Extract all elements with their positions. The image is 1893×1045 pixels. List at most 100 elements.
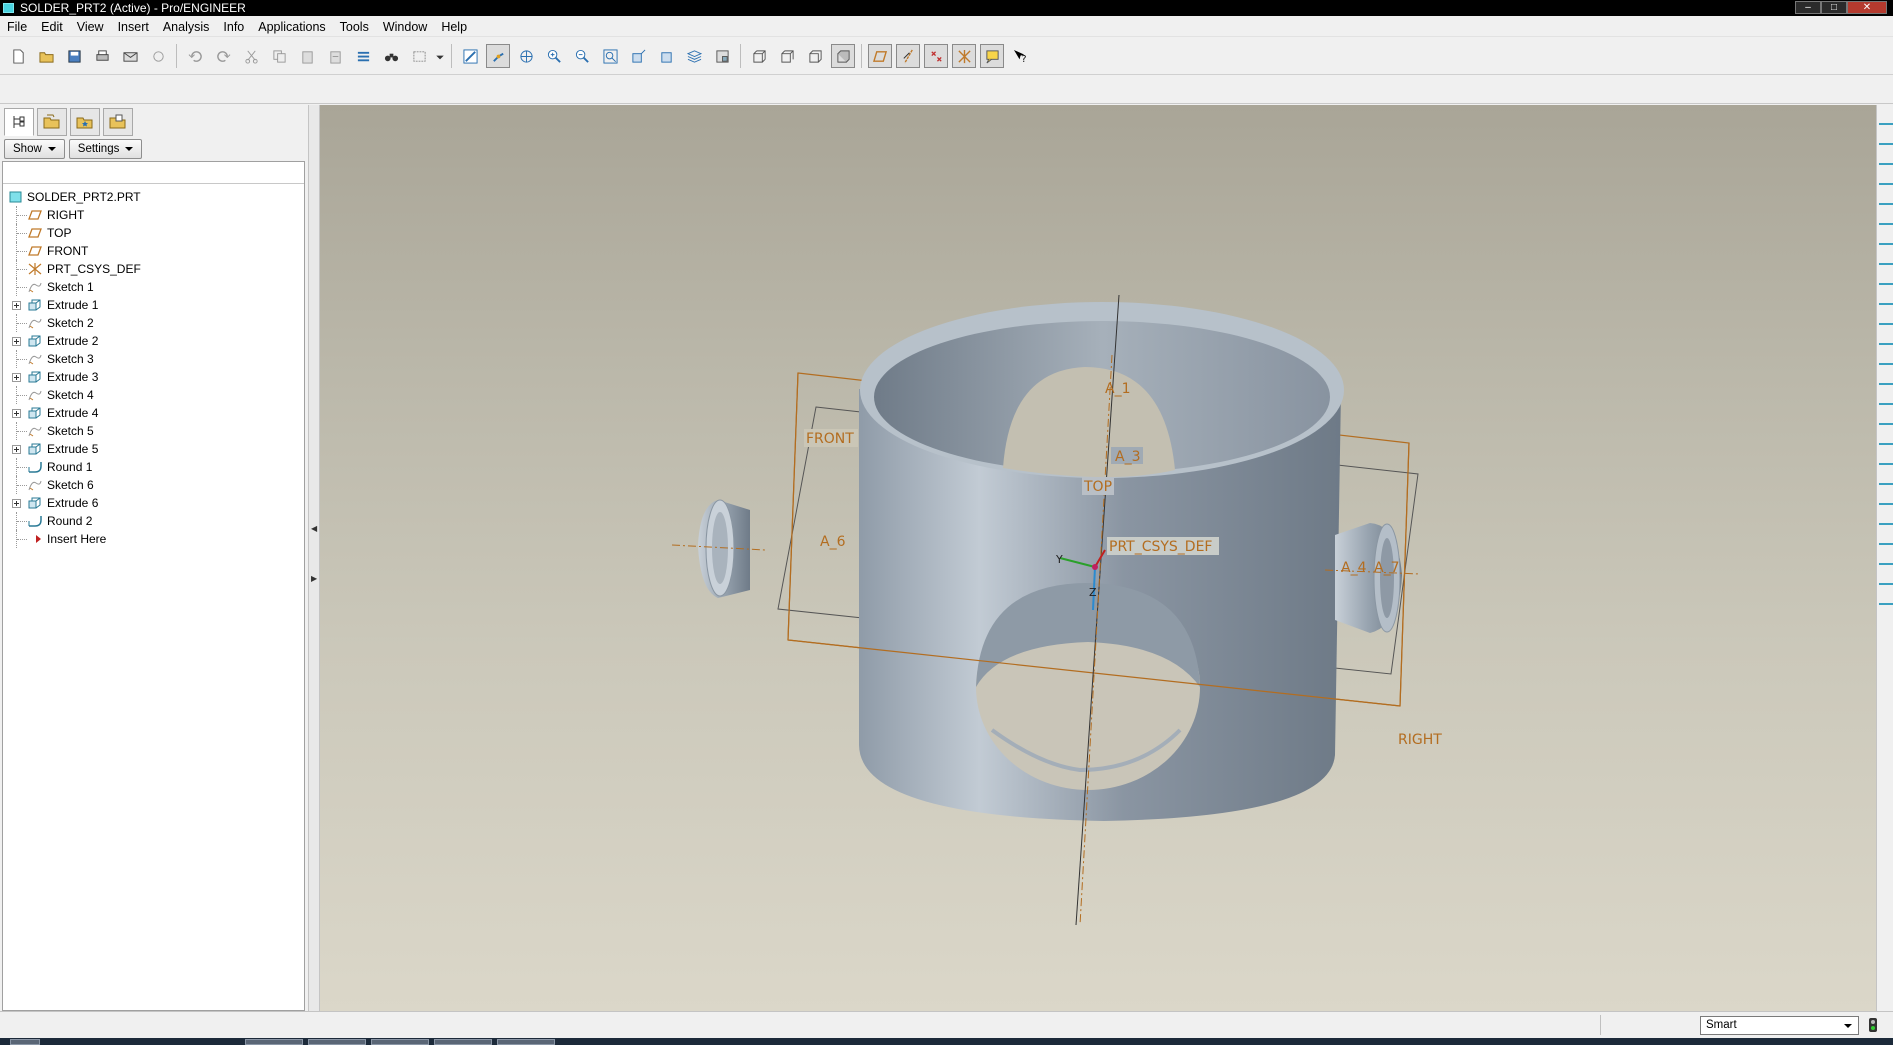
tree-item[interactable]: Extrude 5 (3, 440, 304, 458)
menu-insert[interactable]: Insert (111, 17, 156, 37)
round-tool-icon[interactable] (1879, 351, 1893, 365)
expand-icon[interactable] (12, 445, 21, 454)
copy-button[interactable] (267, 44, 291, 68)
menu-tools[interactable]: Tools (333, 17, 376, 37)
tree-item[interactable]: FRONT (3, 242, 304, 260)
tree-item[interactable]: Extrude 1 (3, 296, 304, 314)
datum-points-toggle[interactable] (924, 44, 948, 68)
selection-dropdown[interactable] (435, 44, 445, 68)
sweep-tool-icon[interactable] (1879, 431, 1893, 445)
expand-icon[interactable] (12, 373, 21, 382)
menu-edit[interactable]: Edit (34, 17, 70, 37)
save-button[interactable] (62, 44, 86, 68)
open-file-button[interactable] (34, 44, 58, 68)
sketch-tool-icon[interactable] (1879, 251, 1893, 265)
annotations-toggle[interactable] (980, 44, 1004, 68)
datum-axis-create-icon[interactable] (1879, 151, 1893, 165)
menu-view[interactable]: View (70, 17, 111, 37)
rib-tool-icon[interactable] (1879, 311, 1893, 325)
blend-tool-icon[interactable] (1879, 451, 1893, 465)
graphics-window[interactable]: FRONT TOP RIGHT PRT_CSYS_DEF A_1 A_3 A_6… (320, 105, 1876, 1011)
menu-help[interactable]: Help (434, 17, 474, 37)
maximize-button[interactable]: □ (1821, 1, 1847, 14)
tree-item[interactable]: Round 2 (3, 512, 304, 530)
taskbar-item[interactable] (497, 1039, 555, 1045)
tree-item[interactable]: PRT_CSYS_DEF (3, 260, 304, 278)
minimize-button[interactable]: – (1795, 1, 1821, 14)
trim-tool-icon[interactable] (1879, 511, 1893, 525)
settings-dropdown[interactable]: Settings (68, 139, 143, 159)
tab-folder-browser[interactable] (37, 108, 67, 136)
tree-item[interactable]: Sketch 5 (3, 422, 304, 440)
taskbar-item[interactable] (371, 1039, 429, 1045)
selection-filter-select[interactable]: Smart (1700, 1016, 1859, 1035)
front-plane-label[interactable]: FRONT (806, 431, 854, 447)
saved-views-button[interactable] (654, 44, 678, 68)
shell-tool-icon[interactable] (1879, 291, 1893, 305)
shading-button[interactable] (831, 44, 855, 68)
no-hidden-button[interactable] (803, 44, 827, 68)
paste-special-button[interactable] (323, 44, 347, 68)
mail-attach-button[interactable] (146, 44, 170, 68)
mirror-tool-icon[interactable] (1879, 471, 1893, 485)
tree-item[interactable]: Extrude 2 (3, 332, 304, 350)
merge-tool-icon[interactable] (1879, 491, 1893, 505)
find-button[interactable] (379, 44, 403, 68)
redo-button[interactable] (211, 44, 235, 68)
close-button[interactable]: ✕ (1847, 1, 1887, 14)
menu-window[interactable]: Window (376, 17, 434, 37)
print-button[interactable] (90, 44, 114, 68)
selection-box-button[interactable] (407, 44, 431, 68)
csys-toggle[interactable] (952, 44, 976, 68)
csys-label[interactable]: PRT_CSYS_DEF (1109, 539, 1212, 555)
menu-info[interactable]: Info (216, 17, 251, 37)
axis-a3-label[interactable]: A_3 (1115, 449, 1140, 465)
datum-plane-tool-icon[interactable] (1879, 131, 1893, 145)
expand-icon[interactable] (12, 499, 21, 508)
tree-item[interactable]: Insert Here (3, 530, 304, 548)
top-plane-label[interactable]: TOP (1083, 479, 1112, 495)
refit-button[interactable] (598, 44, 622, 68)
orient-mode-button[interactable] (514, 44, 538, 68)
taskbar-item[interactable] (245, 1039, 303, 1045)
spin-center-button[interactable] (486, 44, 510, 68)
collapse-left-icon[interactable]: ◀ (311, 525, 317, 533)
zoom-in-button[interactable] (542, 44, 566, 68)
expand-icon[interactable] (12, 409, 21, 418)
new-file-button[interactable] (6, 44, 30, 68)
draft-tool-icon[interactable] (1879, 331, 1893, 345)
regenerate-button[interactable] (351, 44, 375, 68)
model-view[interactable]: FRONT TOP RIGHT PRT_CSYS_DEF A_1 A_3 A_6… (320, 105, 1876, 1011)
axis-a7-label[interactable]: A_7 (1374, 560, 1399, 576)
datum-point-tool-icon[interactable] (1879, 191, 1893, 205)
context-help-button[interactable]: ? (1008, 44, 1032, 68)
tab-favorites[interactable] (70, 108, 100, 136)
datum-axes-toggle[interactable] (896, 44, 920, 68)
zoom-out-button[interactable] (570, 44, 594, 68)
tree-item[interactable]: Sketch 3 (3, 350, 304, 368)
tree-item[interactable]: TOP (3, 224, 304, 242)
tree-item[interactable]: Extrude 6 (3, 494, 304, 512)
pattern-tool-icon[interactable] (1879, 531, 1893, 545)
tree-item[interactable]: Sketch 6 (3, 476, 304, 494)
layers-button[interactable] (682, 44, 706, 68)
repaint-button[interactable] (458, 44, 482, 68)
expand-right-icon[interactable]: ▶ (311, 575, 317, 583)
solidify-tool-icon[interactable] (1879, 591, 1893, 605)
panel-sash[interactable]: ◀ ▶ (308, 105, 320, 1011)
view-manager-button[interactable] (710, 44, 734, 68)
menu-applications[interactable]: Applications (251, 17, 332, 37)
menu-file[interactable]: File (0, 17, 34, 37)
tab-connections[interactable] (103, 108, 133, 136)
thicken-tool-icon[interactable] (1879, 571, 1893, 585)
traffic-light-icon[interactable] (1866, 1017, 1880, 1033)
tree-item[interactable]: RIGHT (3, 206, 304, 224)
axis-a4-label[interactable]: A_4 (1341, 560, 1367, 576)
tree-item[interactable]: Extrude 4 (3, 404, 304, 422)
offset-tool-icon[interactable] (1879, 551, 1893, 565)
tree-item[interactable]: Sketch 4 (3, 386, 304, 404)
send-mail-button[interactable] (118, 44, 142, 68)
tree-filter-bar[interactable] (3, 162, 304, 184)
tree-item[interactable]: Sketch 2 (3, 314, 304, 332)
csys-tool-icon[interactable] (1879, 211, 1893, 225)
